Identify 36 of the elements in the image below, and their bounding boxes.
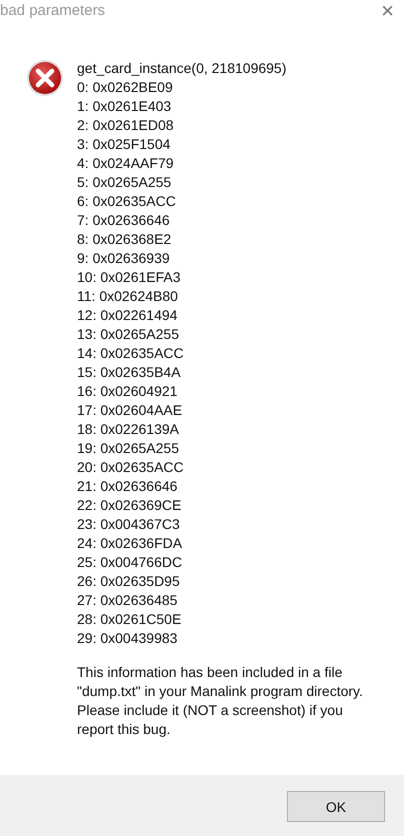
stack-address: 18: 0x0226139A xyxy=(77,420,180,439)
stack-address: 6: 0x02635ACC xyxy=(77,192,177,211)
stack-address: 27: 0x02636485 xyxy=(77,591,178,610)
stack-address: 0: 0x0262BE09 xyxy=(77,78,174,97)
stack-address: 25: 0x004766DC xyxy=(77,553,184,572)
stack-address: 22: 0x026369CE xyxy=(77,496,182,515)
close-button[interactable]: × xyxy=(381,0,394,22)
stack-address: 21: 0x02636646 xyxy=(77,477,178,496)
stack-address: 8: 0x026368E2 xyxy=(77,230,172,249)
stack-address: 17: 0x02604AAE xyxy=(77,401,184,420)
stack-address: 10: 0x0261EFA3 xyxy=(77,268,182,287)
error-icon xyxy=(26,59,64,97)
info-message: This information has been included in a file "dump.txt" in your Manalink program directory. Please include it (NOT a screenshot) if you report this bug. xyxy=(77,663,363,739)
window-title: bad parameters xyxy=(0,2,106,18)
stack-address: 5: 0x0265A255 xyxy=(77,173,172,192)
stack-address: 24: 0x02636FDA xyxy=(77,534,184,553)
stack-address: 13: 0x0265A255 xyxy=(77,325,180,344)
stack-address: 3: 0x025F1504 xyxy=(77,135,172,154)
stack-address: 11: 0x02624B80 xyxy=(77,287,179,306)
stack-address: 28: 0x0261C50E xyxy=(77,610,182,629)
stack-address: 29: 0x00439983 xyxy=(77,629,178,648)
ok-button[interactable]: OK xyxy=(287,791,385,822)
function-call: get_card_instance(0, 218109695) xyxy=(77,59,288,78)
stack-address: 20: 0x02635ACC xyxy=(77,458,185,477)
stack-address: 26: 0x02635D95 xyxy=(77,572,181,591)
stack-address: 1: 0x0261E403 xyxy=(77,97,172,116)
stack-address: 16: 0x02604921 xyxy=(77,382,178,401)
stack-address: 19: 0x0265A255 xyxy=(77,439,180,458)
stack-address: 15: 0x02635B4A xyxy=(77,363,182,382)
stack-address: 9: 0x02636939 xyxy=(77,249,171,268)
stack-address: 4: 0x024AAF79 xyxy=(77,154,175,173)
stack-address: 23: 0x004367C3 xyxy=(77,515,181,534)
stack-address: 12: 0x02261494 xyxy=(77,306,178,325)
stack-address: 14: 0x02635ACC xyxy=(77,344,185,363)
stack-address: 2: 0x0261ED08 xyxy=(77,116,175,135)
stack-address: 7: 0x02636646 xyxy=(77,211,171,230)
